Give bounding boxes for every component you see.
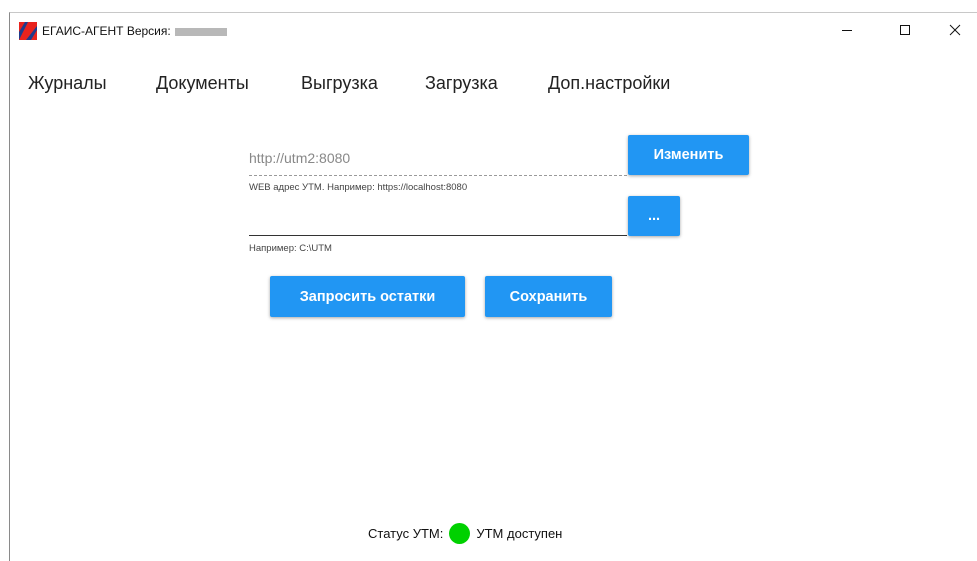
close-button[interactable] [932,13,977,47]
menu-item-extra-settings[interactable]: Доп.настройки [548,73,670,94]
window-title-label: ЕГАИС-АГЕНТ Версия: [42,24,171,38]
menu-bar: Журналы Документы Выгрузка Загрузка Доп.… [10,71,977,101]
change-button[interactable]: Изменить [628,135,749,175]
status-indicator-icon [449,522,471,544]
utm-path-hint: Например: C:\UTM [249,243,332,254]
close-icon [949,24,961,36]
menu-item-documents[interactable]: Документы [156,73,249,94]
maximize-icon [900,25,910,35]
menu-item-journals[interactable]: Журналы [28,73,107,94]
utm-path-input[interactable] [249,201,627,236]
title-bar[interactable]: ЕГАИС-АГЕНТ Версия: [10,13,977,47]
version-redacted [174,27,227,36]
menu-item-export[interactable]: Выгрузка [301,73,378,94]
utm-status: Статус УТМ: УТМ доступен [368,522,562,544]
status-label: Статус УТМ: [368,525,444,541]
minimize-button[interactable] [824,13,870,47]
window-title: ЕГАИС-АГЕНТ Версия: [42,24,227,38]
utm-url-input[interactable] [249,141,627,176]
app-window: ЕГАИС-АГЕНТ Версия: Журналы Документы Вы… [9,12,977,561]
minimize-icon [842,30,852,31]
utm-url-hint: WEB адрес УТМ. Например: https://localho… [249,182,468,193]
status-text: УТМ доступен [476,525,563,541]
request-balances-button[interactable]: Запросить остатки [270,276,465,317]
app-logo-icon [19,22,37,40]
maximize-button[interactable] [882,13,928,47]
save-button[interactable]: Сохранить [485,276,612,317]
browse-button[interactable]: ... [628,196,680,236]
menu-item-import[interactable]: Загрузка [425,73,498,94]
